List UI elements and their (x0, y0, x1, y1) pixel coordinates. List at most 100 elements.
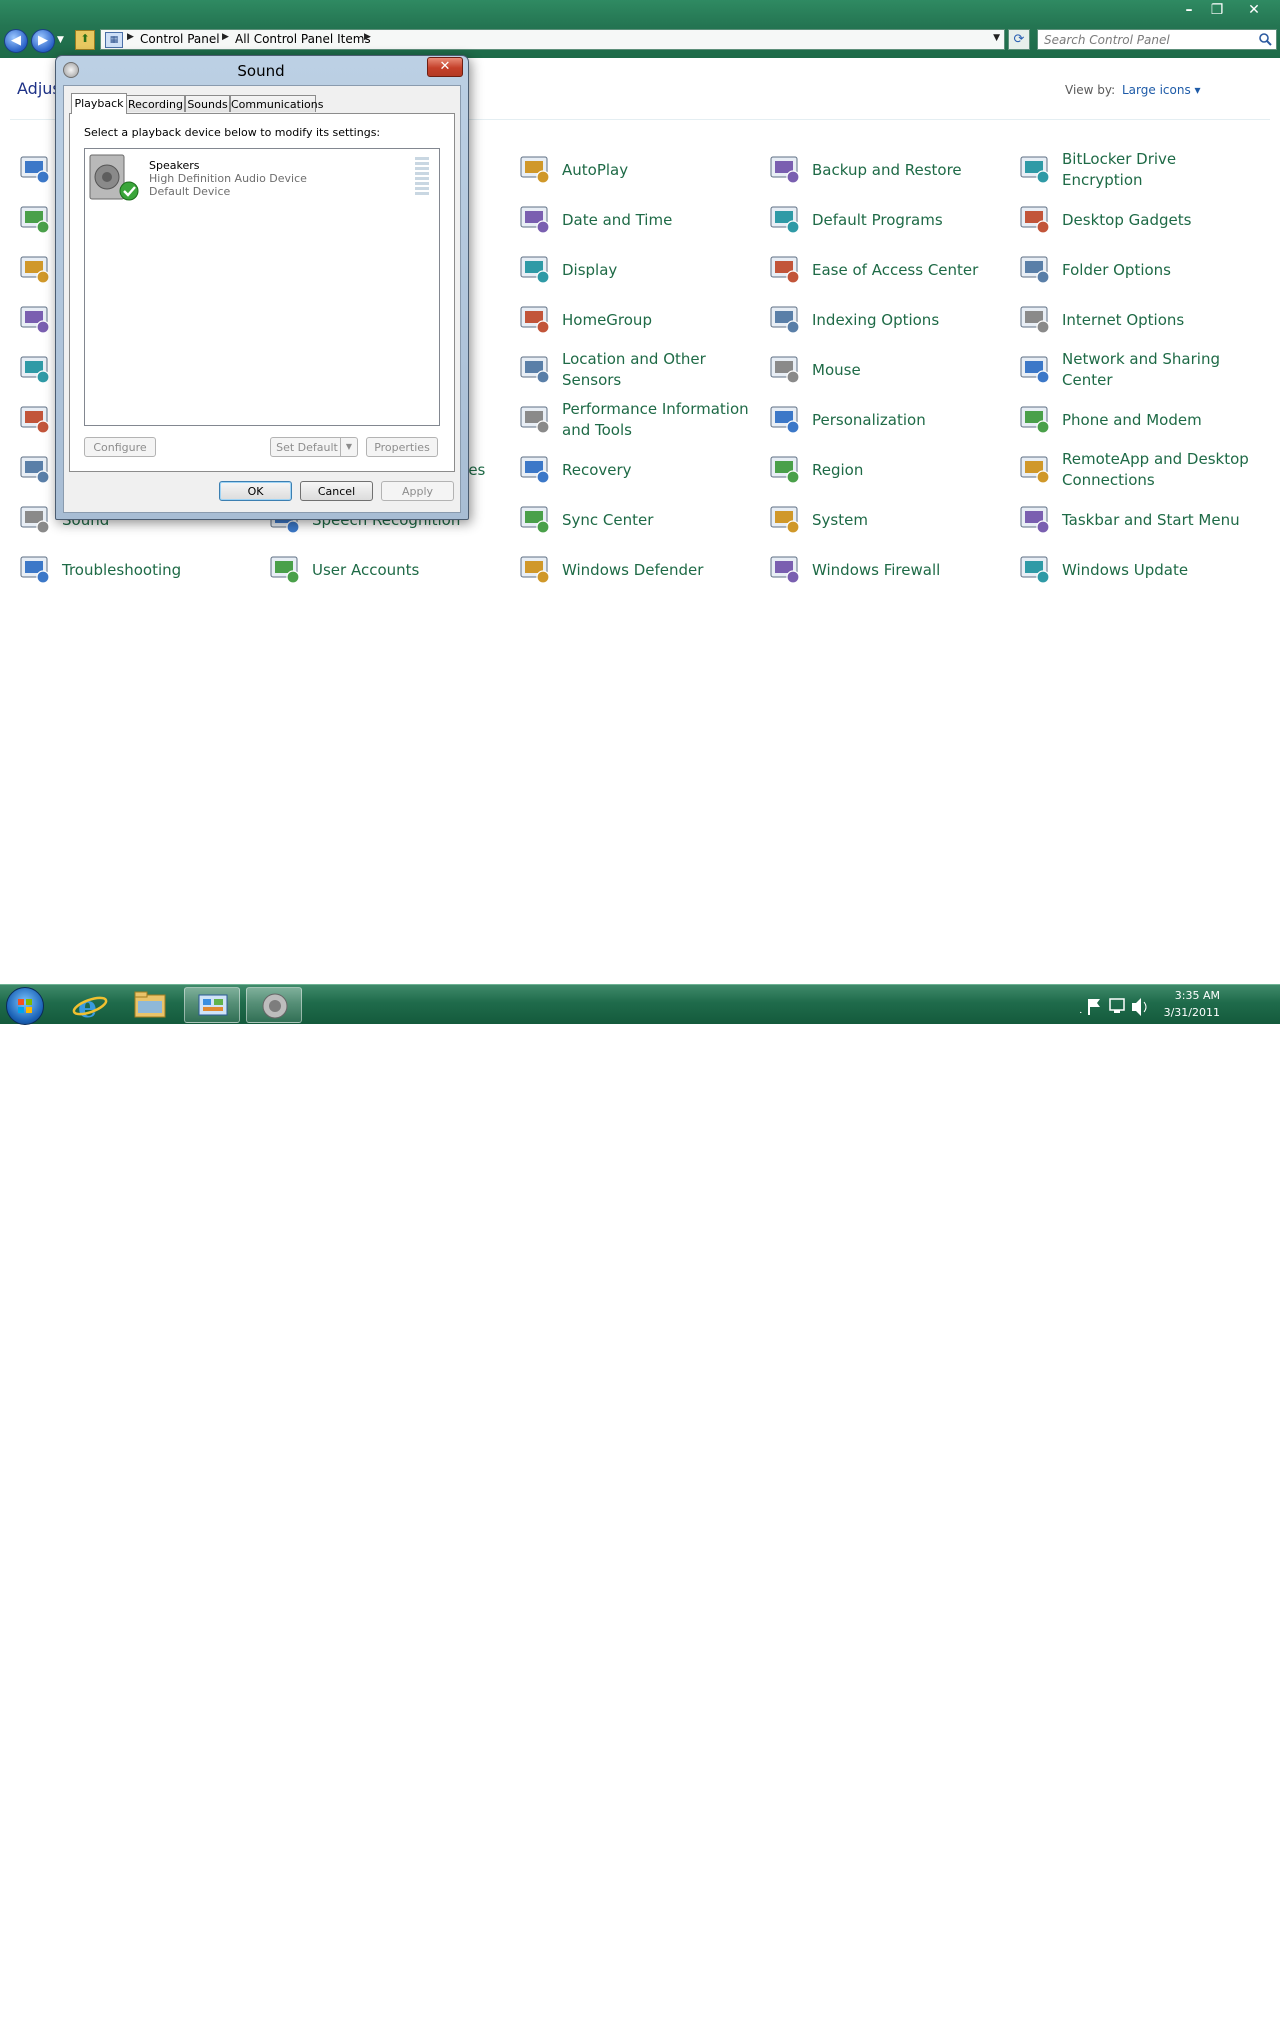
control-panel-item-label: Backup and Restore (812, 160, 962, 179)
control-panel-item[interactable]: Region (768, 448, 1008, 492)
control-panel-item[interactable]: Sync Center (518, 498, 758, 542)
control-panel-item[interactable]: Mouse (768, 348, 1008, 392)
device-name: Speakers (149, 159, 200, 172)
up-folder-icon[interactable]: ⬆ (75, 30, 95, 50)
control-panel-item[interactable]: AutoPlay (518, 148, 758, 192)
windows-explorer-icon[interactable] (122, 987, 178, 1023)
control-panel-item-label: Personalization (812, 410, 926, 429)
breadcrumb-all-items[interactable]: All Control Panel Items (235, 32, 371, 46)
tab-recording[interactable]: Recording (126, 95, 185, 112)
mouse-icon (770, 356, 800, 384)
search-icon[interactable] (1258, 32, 1272, 46)
defender-icon (520, 556, 550, 584)
view-by-dropdown[interactable]: Large icons ▾ (1122, 83, 1201, 97)
system-icon (770, 506, 800, 534)
user-avatar[interactable] (1228, 1974, 1262, 2006)
control-panel-item[interactable]: BitLocker Drive Encryption (1018, 148, 1258, 192)
configure-button[interactable]: Configure (84, 437, 156, 457)
control-panel-item[interactable]: Date and Time (518, 198, 758, 242)
performance-icon (520, 406, 550, 434)
control-panel-item-label: Internet Options (1062, 310, 1185, 329)
monitor-icon (520, 256, 550, 284)
device-item-speakers[interactable]: Speakers High Definition Audio Device De… (87, 153, 435, 203)
control-panel-item[interactable]: Performance Information and Tools (518, 398, 758, 442)
properties-button[interactable]: Properties (366, 437, 438, 457)
address-dropdown-icon[interactable]: ▼ (993, 33, 1000, 43)
control-panel-item[interactable]: Desktop Gadgets (1018, 198, 1258, 242)
tab-playback[interactable]: Playback (71, 93, 127, 114)
control-panel-item[interactable]: Windows Update (1018, 548, 1258, 592)
address-bar[interactable]: ▦ ▶ Control Panel ▶ All Control Panel It… (100, 29, 1005, 50)
control-panel-item[interactable]: Backup and Restore (768, 148, 1008, 192)
search-input[interactable] (1044, 32, 1252, 47)
control-panel-item-label: Windows Firewall (812, 560, 941, 579)
recent-pages-chevron-icon[interactable]: ▼ (57, 35, 64, 45)
maximize-button[interactable]: ❐ (1204, 0, 1230, 20)
remoteapp-icon (1020, 456, 1050, 484)
control-panel-item[interactable]: Folder Options (1018, 248, 1258, 292)
sound-icon[interactable] (246, 987, 302, 1023)
tab-communications[interactable]: Communications (230, 95, 323, 112)
close-button[interactable]: ✕ (1234, 0, 1274, 20)
control-panel-item[interactable]: Location and Other Sensors (518, 348, 758, 392)
forward-button[interactable]: ▶ (31, 29, 55, 53)
windows-update-icon (1020, 556, 1050, 584)
clock-time[interactable]: 3:35 AM (1160, 989, 1220, 1002)
refresh-button[interactable]: ⟳ (1008, 29, 1030, 50)
control-panel-item[interactable]: Recovery (518, 448, 758, 492)
device-list[interactable]: Speakers High Definition Audio Device De… (84, 148, 440, 426)
back-button[interactable]: ◀ (4, 29, 28, 53)
windows-logo-icon (18, 999, 32, 1013)
control-panel-icon: ▦ (105, 32, 123, 48)
control-panel-item[interactable]: RemoteApp and Desktop Connections (1018, 448, 1258, 492)
start-button[interactable] (6, 987, 44, 1025)
control-panel-item-label: Phone and Modem (1062, 410, 1202, 429)
internet-explorer-icon[interactable]: e (62, 987, 118, 1025)
watermark: The Collection Book (1092, 1974, 1217, 2024)
control-panel-item-label: User Accounts (312, 560, 420, 579)
ease-of-access-icon (770, 256, 800, 284)
control-panel-item[interactable]: Display (518, 248, 758, 292)
control-panel-item[interactable]: Network and Sharing Center (1018, 348, 1258, 392)
cancel-button[interactable]: Cancel (300, 481, 373, 501)
tab-sounds[interactable]: Sounds (185, 95, 230, 112)
control-panel-item-label: RemoteApp and Desktop Connections (1062, 450, 1249, 489)
control-panel-icon[interactable] (184, 987, 240, 1023)
region-globe-icon (770, 456, 800, 484)
chevron-down-icon[interactable]: ▼ (340, 438, 357, 456)
control-panel-item[interactable]: Internet Options (1018, 298, 1258, 342)
minimize-button[interactable]: – (1176, 0, 1202, 20)
control-panel-item[interactable]: HomeGroup (518, 298, 758, 342)
notification-icon (20, 406, 50, 434)
control-panel-item[interactable]: Windows Firewall (768, 548, 1008, 592)
control-panel-item[interactable]: User Accounts (268, 548, 508, 592)
control-panel-item[interactable]: Indexing Options (768, 298, 1008, 342)
control-panel-item[interactable]: Windows Defender (518, 548, 758, 592)
clock-date[interactable]: 3/31/2011 (1160, 1006, 1220, 1019)
control-panel-item[interactable]: Troubleshooting (18, 548, 258, 592)
control-panel-item-label: Sync Center (562, 510, 654, 529)
search-box[interactable] (1037, 29, 1277, 50)
folder-options-icon (1020, 256, 1050, 284)
breadcrumb-arrow-icon[interactable]: ▶ (222, 32, 229, 42)
breadcrumb-arrow-icon[interactable]: ▶ (364, 32, 371, 42)
dialog-title: Sound (237, 62, 285, 80)
ok-button[interactable]: OK (219, 481, 292, 501)
firewall-icon (770, 556, 800, 584)
dialog-close-button[interactable]: ✕ (427, 57, 463, 77)
breadcrumb-control-panel[interactable]: Control Panel (140, 32, 220, 46)
breadcrumb-arrow-icon[interactable]: ▶ (127, 32, 134, 42)
control-panel-item-label: Recovery (562, 460, 632, 479)
troubleshooting-icon (20, 556, 50, 584)
set-default-button[interactable]: Set Default ▼ (270, 437, 358, 457)
control-panel-item[interactable]: Ease of Access Center (768, 248, 1008, 292)
control-panel-item[interactable]: Phone and Modem (1018, 398, 1258, 442)
fonts-icon (20, 306, 50, 334)
control-panel-item[interactable]: Taskbar and Start Menu (1018, 498, 1258, 542)
apply-button[interactable]: Apply (381, 481, 454, 501)
control-panel-item[interactable]: System (768, 498, 1008, 542)
phone-icon (1020, 406, 1050, 434)
control-panel-item[interactable]: Personalization (768, 398, 1008, 442)
control-panel-item-label: AutoPlay (562, 160, 629, 179)
control-panel-item[interactable]: Default Programs (768, 198, 1008, 242)
